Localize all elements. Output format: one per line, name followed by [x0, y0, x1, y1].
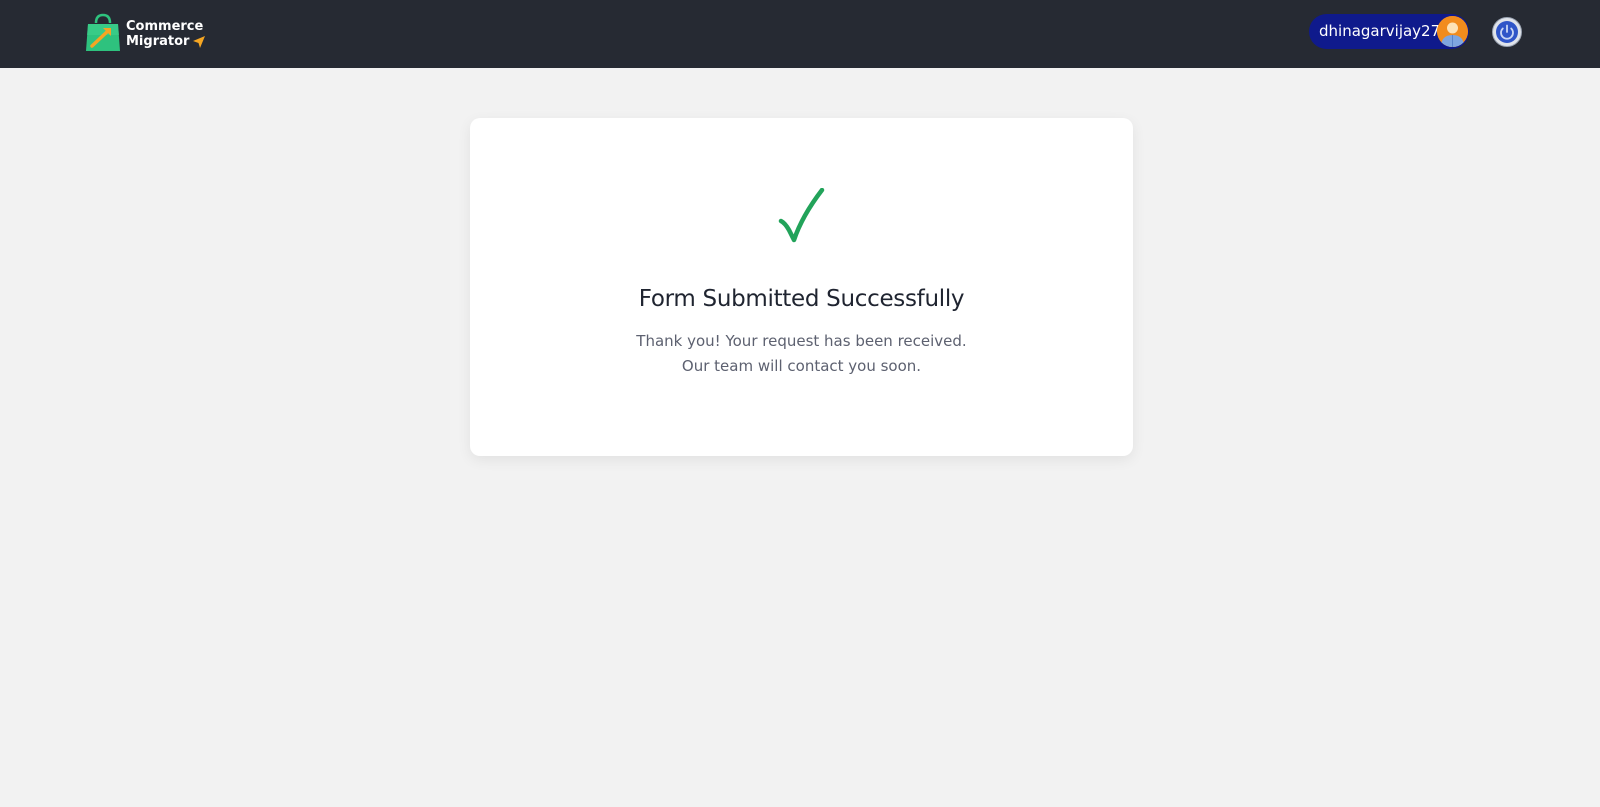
user-avatar-icon	[1437, 16, 1468, 47]
user-menu[interactable]: dhinagarvijay27	[1309, 14, 1469, 49]
top-navbar: Commerce Migrator dhinagarvijay27	[0, 0, 1600, 68]
commerce-migrator-logo[interactable]: Commerce Migrator	[83, 13, 208, 55]
shopping-bag-icon	[86, 13, 120, 51]
confirmation-message-line2: Our team will contact you soon.	[681, 357, 922, 375]
confirmation-card: Form Submitted Successfully Thank you! Y…	[470, 118, 1133, 456]
checkmark-icon	[778, 188, 825, 243]
confirmation-title: Form Submitted Successfully	[638, 286, 965, 312]
logo-text: Commerce Migrator	[126, 19, 206, 49]
username: dhinagarvijay27	[1319, 22, 1441, 40]
logout-button[interactable]	[1491, 16, 1523, 48]
power-icon	[1492, 17, 1522, 47]
logo-line2: Migrator	[126, 34, 190, 49]
paper-plane-icon	[193, 35, 206, 48]
confirmation-message-line1: Thank you! Your request has been receive…	[636, 332, 967, 350]
logo-line1: Commerce	[126, 19, 204, 34]
